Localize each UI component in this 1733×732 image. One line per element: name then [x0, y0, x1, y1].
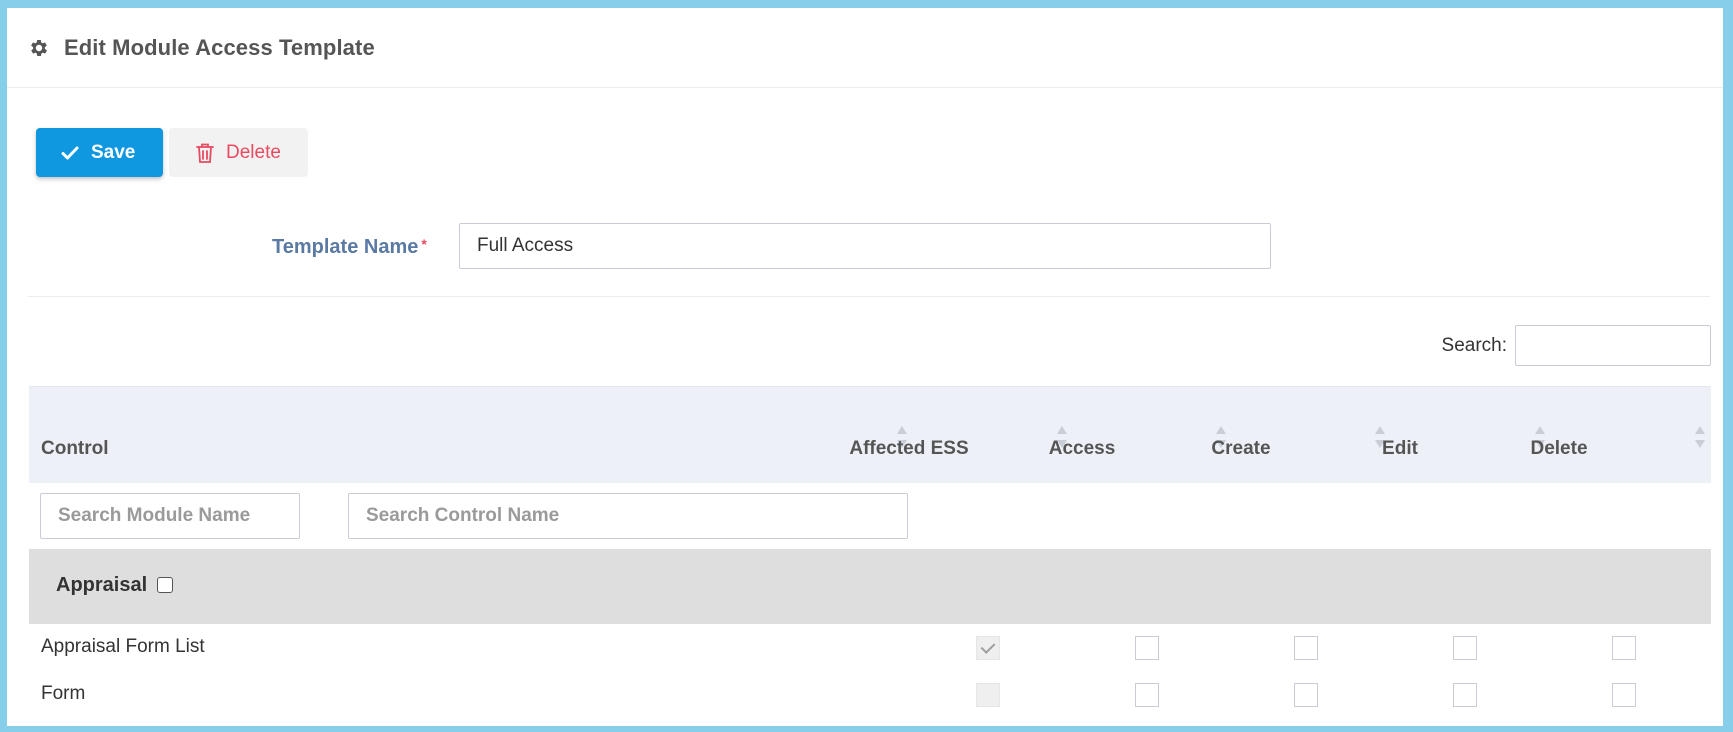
page-title: Edit Module Access Template — [64, 34, 375, 60]
access-checkbox[interactable] — [1135, 636, 1159, 660]
gear-icon — [28, 37, 50, 59]
column-filter-row — [29, 483, 1711, 549]
action-toolbar: Save Delete — [36, 128, 308, 177]
module-group-name: Appraisal — [56, 574, 148, 596]
edit-checkbox[interactable] — [1453, 636, 1477, 660]
table-search: Search: — [1442, 325, 1711, 366]
save-button[interactable]: Save — [36, 128, 163, 177]
module-group-row: Appraisal — [29, 549, 1711, 624]
column-header-delete[interactable]: Delete — [1479, 387, 1639, 484]
delete-button[interactable]: Delete — [169, 128, 308, 177]
delete-checkbox[interactable] — [1612, 683, 1636, 707]
sort-icon[interactable] — [1695, 426, 1705, 448]
search-control-name-input[interactable] — [348, 493, 908, 539]
template-name-input[interactable] — [459, 223, 1271, 269]
module-group-checkbox[interactable] — [157, 577, 173, 593]
access-checkbox[interactable] — [1135, 683, 1159, 707]
edit-checkbox[interactable] — [1453, 683, 1477, 707]
delete-checkbox[interactable] — [1612, 636, 1636, 660]
column-header-access[interactable]: Access — [1002, 387, 1162, 484]
table-row: Appraisal Form List — [29, 624, 1711, 671]
checkmark-icon — [61, 144, 79, 162]
affected-ess-checkbox — [976, 636, 1000, 660]
column-header-edit[interactable]: Edit — [1320, 387, 1480, 484]
create-checkbox[interactable] — [1294, 636, 1318, 660]
template-name-label: Template Name * — [272, 236, 427, 258]
column-header-create[interactable]: Create — [1161, 387, 1321, 484]
required-marker: * — [421, 236, 427, 252]
table-header: Control Affected ESS Access Create Edit … — [29, 386, 1711, 483]
template-name-row: Template Name * — [7, 223, 1723, 271]
column-header-affected-ess[interactable]: Affected ESS — [829, 387, 989, 484]
control-name: Appraisal Form List — [41, 636, 205, 657]
create-checkbox[interactable] — [1294, 683, 1318, 707]
search-label: Search: — [1441, 334, 1507, 356]
delete-button-label: Delete — [226, 141, 281, 163]
column-header-control[interactable]: Control — [29, 387, 909, 484]
table-row: Form — [29, 671, 1711, 718]
save-button-label: Save — [91, 141, 136, 163]
trash-icon — [195, 142, 215, 164]
affected-ess-checkbox — [976, 683, 1000, 707]
search-module-name-input[interactable] — [40, 493, 300, 539]
module-access-table: Control Affected ESS Access Create Edit … — [29, 386, 1711, 718]
panel-header: Edit Module Access Template — [7, 8, 1723, 88]
search-input[interactable] — [1515, 325, 1711, 366]
section-divider — [28, 296, 1710, 297]
control-name: Form — [41, 683, 86, 704]
main-panel: Edit Module Access Template Save Delete … — [7, 8, 1723, 726]
